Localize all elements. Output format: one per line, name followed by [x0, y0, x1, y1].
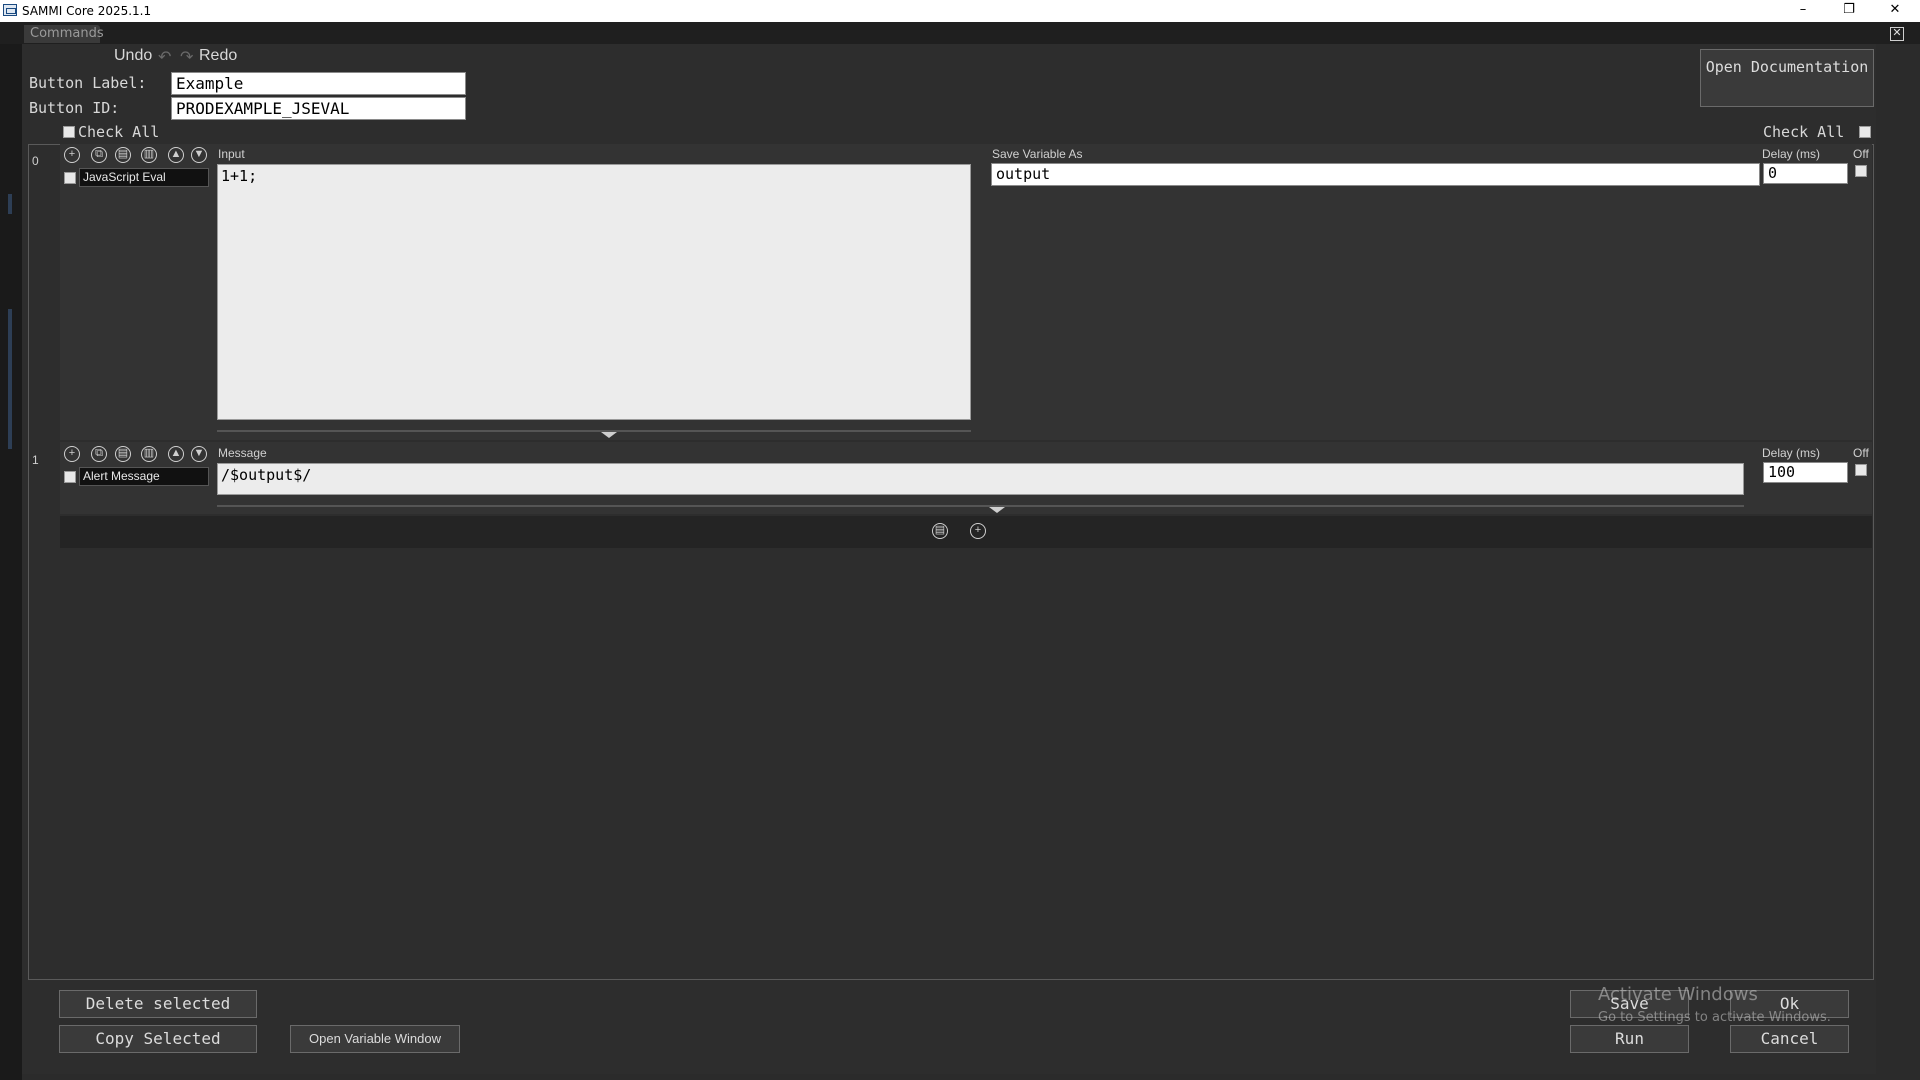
- add-icon[interactable]: +: [64, 147, 80, 163]
- undo-button[interactable]: Undo: [114, 47, 152, 65]
- title-bar: SAMMI Core 2025.1.1 – ❐ ✕: [0, 0, 1920, 22]
- copy-selected-button[interactable]: Copy Selected: [59, 1025, 257, 1053]
- run-button[interactable]: Run: [1570, 1025, 1689, 1053]
- paste-icon[interactable]: ▤: [115, 147, 131, 163]
- delay-label: Delay (ms): [1762, 147, 1821, 161]
- add-icon[interactable]: +: [970, 523, 986, 539]
- button-id-input[interactable]: PRODEXAMPLE_JSEVAL: [171, 97, 466, 120]
- resize-arrow-icon[interactable]: [601, 432, 617, 438]
- command-type-select[interactable]: JavaScript Eval: [79, 168, 209, 187]
- copy-icon[interactable]: ⧉: [91, 446, 107, 462]
- save-variable-label: Save Variable As: [992, 147, 1083, 161]
- close-window-button[interactable]: ✕: [1872, 0, 1918, 22]
- add-icon[interactable]: +: [64, 446, 80, 462]
- message-input[interactable]: /$output$/: [217, 463, 1744, 495]
- close-panel-icon[interactable]: ✕: [1890, 27, 1904, 41]
- message-label: Message: [218, 446, 267, 460]
- input-textarea[interactable]: 1+1;: [217, 164, 971, 420]
- delay-input[interactable]: 100: [1763, 462, 1848, 483]
- button-label-caption: Button Label:: [29, 74, 147, 92]
- off-checkbox[interactable]: [1855, 165, 1867, 177]
- delay-label: Delay (ms): [1762, 446, 1821, 460]
- off-label: Off: [1853, 446, 1869, 460]
- list-footer: [60, 516, 1872, 548]
- off-label: Off: [1853, 147, 1869, 161]
- activate-windows-subtitle: Go to Settings to activate Windows.: [1598, 1010, 1831, 1025]
- row-checkbox[interactable]: [64, 172, 76, 184]
- open-documentation-button[interactable]: Open Documentation: [1700, 49, 1874, 107]
- activate-windows-title: Activate Windows: [1598, 984, 1758, 1005]
- delete-icon[interactable]: ▥: [141, 147, 157, 163]
- resize-handle[interactable]: [217, 430, 971, 432]
- check-all-left-label: Check All: [78, 123, 160, 141]
- open-variable-window-button[interactable]: Open Variable Window: [290, 1025, 460, 1053]
- paste-icon[interactable]: ▤: [932, 523, 948, 539]
- resize-arrow-icon[interactable]: [989, 507, 1005, 513]
- move-up-icon[interactable]: ▲: [168, 147, 184, 163]
- button-id-caption: Button ID:: [29, 99, 120, 117]
- move-down-icon[interactable]: ▼: [191, 446, 207, 462]
- left-strip: [0, 44, 22, 1080]
- check-all-right-checkbox[interactable]: [1859, 126, 1871, 138]
- move-up-icon[interactable]: ▲: [168, 446, 184, 462]
- button-label-input[interactable]: Example: [171, 72, 466, 95]
- tab-commands[interactable]: Commands: [24, 25, 104, 43]
- row-index: 0: [32, 154, 39, 168]
- redo-button[interactable]: Redo: [199, 47, 237, 65]
- undo-icon[interactable]: ↶: [158, 47, 171, 67]
- check-all-left-checkbox[interactable]: [63, 126, 75, 138]
- check-all-right-label: Check All: [1763, 123, 1845, 141]
- delay-input[interactable]: 0: [1763, 163, 1848, 184]
- off-checkbox[interactable]: [1855, 464, 1867, 476]
- minimize-button[interactable]: –: [1780, 0, 1826, 22]
- input-label: Input: [218, 147, 245, 161]
- app-icon: [3, 4, 17, 16]
- window-title: SAMMI Core 2025.1.1: [22, 4, 152, 18]
- restore-button[interactable]: ❐: [1826, 0, 1872, 22]
- save-variable-input[interactable]: output: [991, 163, 1760, 186]
- delete-selected-button[interactable]: Delete selected: [59, 990, 257, 1018]
- command-type-select[interactable]: Alert Message: [79, 467, 209, 486]
- paste-icon[interactable]: ▤: [115, 446, 131, 462]
- row-checkbox[interactable]: [64, 471, 76, 483]
- move-down-icon[interactable]: ▼: [191, 147, 207, 163]
- delete-icon[interactable]: ▥: [141, 446, 157, 462]
- cancel-button[interactable]: Cancel: [1730, 1025, 1849, 1053]
- redo-icon[interactable]: ↷: [180, 47, 193, 67]
- copy-icon[interactable]: ⧉: [91, 147, 107, 163]
- row-index: 1: [32, 453, 39, 467]
- resize-handle[interactable]: [217, 505, 1744, 507]
- tab-strip: [0, 22, 1920, 44]
